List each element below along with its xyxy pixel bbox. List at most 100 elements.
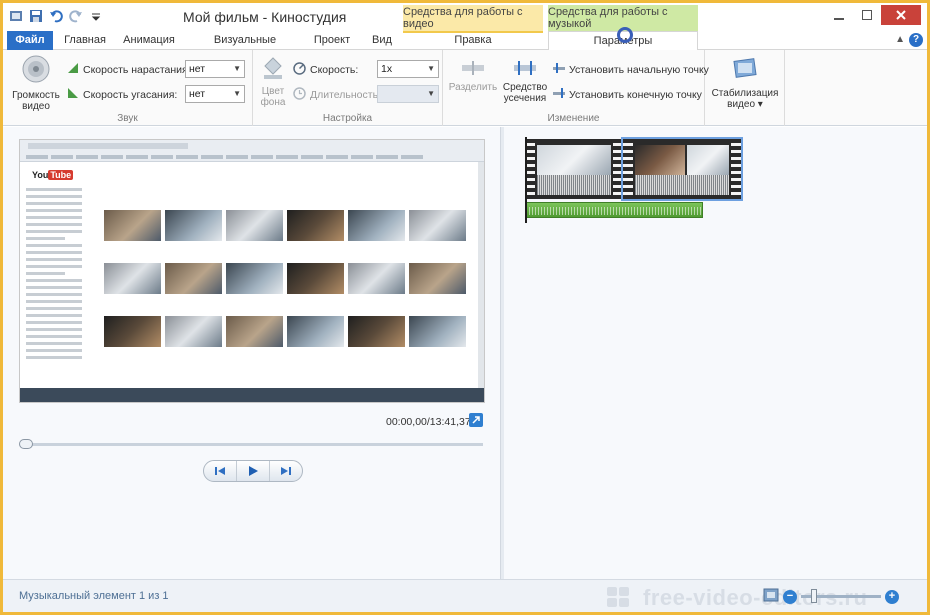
zoom-out-button[interactable]: − (783, 589, 797, 604)
speaker-icon (9, 54, 63, 87)
preview-video-grid (104, 210, 466, 347)
speed-row: Скорость: (293, 62, 358, 78)
pane-splitter[interactable] (500, 127, 504, 579)
fade-in-select[interactable]: нет ▼ (185, 60, 245, 78)
zoom-controls: − + (763, 588, 899, 605)
tab-file[interactable]: Файл (7, 31, 53, 50)
set-start-point-button[interactable]: Установить начальную точку (553, 62, 709, 77)
group-editing: Разделить Средство усечения Установить на… (443, 50, 709, 126)
zoom-slider-thumb[interactable] (811, 589, 817, 603)
preview-thumbnail (226, 316, 283, 347)
split-icon (447, 60, 499, 79)
preview-thumbnail (226, 263, 283, 294)
duration-select[interactable]: ▼ (377, 85, 439, 103)
app-menu-icon[interactable] (9, 9, 23, 23)
tab-animation[interactable]: Анимация (117, 31, 181, 50)
fade-out-label: Скорость угасания: (83, 88, 178, 101)
music-track[interactable] (525, 202, 703, 218)
background-color-button[interactable]: Цвет фона (257, 54, 289, 108)
previous-frame-button[interactable] (204, 461, 237, 481)
seek-thumb[interactable] (19, 439, 33, 449)
preview-thumbnail (348, 210, 405, 241)
preview-browser-toolbar (20, 140, 484, 162)
playback-controls (203, 460, 303, 482)
video-clip[interactable] (525, 139, 623, 199)
fade-out-select[interactable]: нет ▼ (185, 85, 245, 103)
preview-thumbnail (104, 210, 161, 241)
preview-thumbnail (409, 316, 466, 347)
app-window: Мой фильм - Киностудия Средства для рабо… (0, 0, 930, 615)
clock-icon (293, 87, 306, 103)
preview-thumbnail (165, 316, 222, 347)
video-preview[interactable]: You Tube (19, 139, 485, 403)
trim-icon (501, 60, 549, 79)
preview-scrollbar (478, 162, 484, 392)
group-editing-label: Изменение (547, 113, 600, 124)
help-icon[interactable]: ? (909, 33, 923, 47)
next-frame-button[interactable] (270, 461, 302, 481)
tab-view[interactable]: Вид (365, 31, 399, 50)
paint-bucket-icon (257, 54, 289, 83)
preview-thumbnail (287, 263, 344, 294)
speed-label: Скорость: (310, 64, 359, 76)
speed-icon (293, 62, 306, 78)
preview-thumbnail (104, 316, 161, 347)
minimize-button[interactable] (825, 5, 853, 25)
group-adjust-label: Настройка (322, 113, 373, 124)
preview-thumbnail (348, 263, 405, 294)
quick-access-toolbar (9, 9, 103, 23)
watermark-logo-icon (607, 587, 631, 607)
playhead[interactable] (525, 137, 527, 223)
preview-thumbnail (409, 210, 466, 241)
fade-in-row: Скорость нарастания: (67, 62, 191, 77)
fade-out-row: Скорость угасания: (67, 87, 177, 102)
set-end-point-button[interactable]: Установить конечную точку (553, 87, 702, 102)
customize-qat-icon[interactable] (89, 9, 103, 23)
preview-sidebar (26, 184, 82, 363)
preview-site-logo: You Tube (32, 170, 74, 180)
save-icon[interactable] (29, 9, 43, 23)
preview-thumbnail (226, 210, 283, 241)
minimize-ribbon-icon[interactable]: ▲ (895, 34, 905, 45)
speed-select[interactable]: 1x ▼ (377, 60, 439, 78)
video-volume-button[interactable]: Громкость видео (9, 54, 63, 112)
group-stabilization: Стабилизация видео ▾ (705, 50, 785, 126)
timecode: 00:00,00/13:41,37 (386, 416, 471, 428)
zoom-in-button[interactable]: + (885, 589, 899, 604)
duration-row: Длительность: (293, 87, 381, 103)
tab-home[interactable]: Главная (59, 31, 111, 50)
zoom-slider[interactable] (801, 589, 881, 603)
close-button[interactable] (881, 5, 921, 25)
redo-icon[interactable] (69, 9, 83, 23)
tab-project[interactable]: Проект (307, 31, 357, 50)
chevron-down-icon: ▼ (427, 64, 435, 73)
video-clip-selected[interactable] (621, 137, 743, 201)
chevron-down-icon: ▼ (427, 89, 435, 98)
fullscreen-button[interactable] (469, 413, 483, 427)
preview-thumbnail (104, 263, 161, 294)
undo-icon[interactable] (49, 9, 63, 23)
stabilization-icon (707, 56, 783, 85)
preview-thumbnail (287, 210, 344, 241)
workspace: You Tube 00:00,00/13:41,37 (3, 127, 927, 579)
preview-thumbnail (287, 316, 344, 347)
trim-tool-button[interactable]: Средство усечения (501, 60, 549, 104)
video-tools-context: Средства для работы с видео (403, 5, 543, 31)
status-text: Музыкальный элемент 1 из 1 (19, 590, 169, 602)
tab-visual-effects[interactable]: Визуальные эффекты (189, 31, 301, 65)
preview-thumbnail (348, 316, 405, 347)
tab-edit[interactable]: Правка (403, 31, 543, 50)
title-bar: Мой фильм - Киностудия Средства для рабо… (3, 3, 927, 31)
window-controls (825, 5, 921, 25)
maximize-button[interactable] (853, 5, 881, 25)
group-sound: Громкость видео Скорость нарастания: нет ▼… (3, 50, 253, 126)
preview-thumbnail (165, 210, 222, 241)
video-stabilization-button[interactable]: Стабилизация видео ▾ (707, 56, 783, 110)
play-button[interactable] (237, 461, 270, 481)
mouse-cursor-icon (617, 27, 633, 43)
seek-bar[interactable] (19, 439, 483, 449)
set-end-icon (553, 87, 565, 102)
status-bar: Музыкальный элемент 1 из 1 free-video-ed… (3, 579, 927, 612)
aspect-ratio-icon[interactable] (763, 588, 779, 605)
split-button[interactable]: Разделить (447, 60, 499, 93)
